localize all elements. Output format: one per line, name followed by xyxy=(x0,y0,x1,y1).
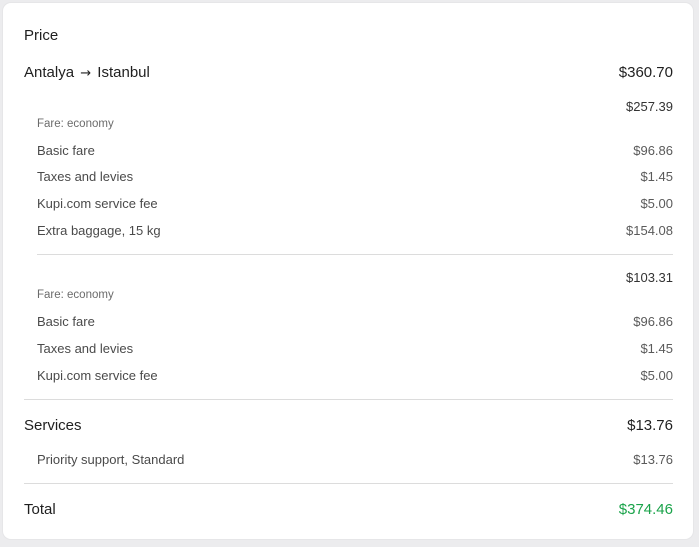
services-amount: $13.76 xyxy=(627,417,673,434)
segment-2-item-taxes: Taxes and levies xyxy=(37,341,134,356)
total-label: Total xyxy=(24,501,56,518)
segment-1-item-extra-baggage-amount: $154.08 xyxy=(626,223,673,238)
segment-1-item-basic-fare: Basic fare xyxy=(37,143,95,158)
services-item-priority-support: Priority support, Standard xyxy=(37,452,185,467)
segment-1-item-extra-baggage: Extra baggage, 15 kg xyxy=(37,223,161,238)
route-origin: Antalya xyxy=(24,64,75,81)
segment-2-item-service-fee: Kupi.com service fee xyxy=(37,368,158,383)
segment-2-item-taxes-amount: $1.45 xyxy=(640,341,673,356)
segment-1-item-taxes-amount: $1.45 xyxy=(640,169,673,184)
route-destination: Istanbul xyxy=(97,64,150,81)
segment-2-item-service-fee-amount: $5.00 xyxy=(640,368,673,383)
segment-1-fare-label: Fare: economy xyxy=(37,118,114,130)
total-amount: $374.46 xyxy=(618,501,673,518)
services-item-priority-support-amount: $13.76 xyxy=(633,452,673,467)
segment-1-item-basic-fare-amount: $96.86 xyxy=(633,143,673,158)
section-divider-services xyxy=(24,399,673,400)
segment-2-amount: $103.31 xyxy=(626,270,673,285)
segment-1-item-service-fee-amount: $5.00 xyxy=(640,196,673,211)
segment-2-item-basic-fare: Basic fare xyxy=(37,314,95,329)
arrow-right-icon: → xyxy=(80,66,92,81)
segment-1-amount: $257.39 xyxy=(626,99,673,114)
price-title: Price xyxy=(24,27,59,44)
price-card: Price Antalya → Istanbul $360.70 $257.39… xyxy=(3,3,693,539)
segment-1-item-service-fee: Kupi.com service fee xyxy=(37,196,158,211)
route-heading: Antalya → Istanbul xyxy=(24,64,150,81)
segment-1-item-taxes: Taxes and levies xyxy=(37,169,134,184)
route-total-amount: $360.70 xyxy=(618,64,673,81)
segment-2-fare-label: Fare: economy xyxy=(37,289,114,301)
section-divider-total xyxy=(24,483,673,484)
segment-2-item-basic-fare-amount: $96.86 xyxy=(633,314,673,329)
services-heading: Services xyxy=(24,417,82,434)
segment-divider xyxy=(37,254,673,255)
